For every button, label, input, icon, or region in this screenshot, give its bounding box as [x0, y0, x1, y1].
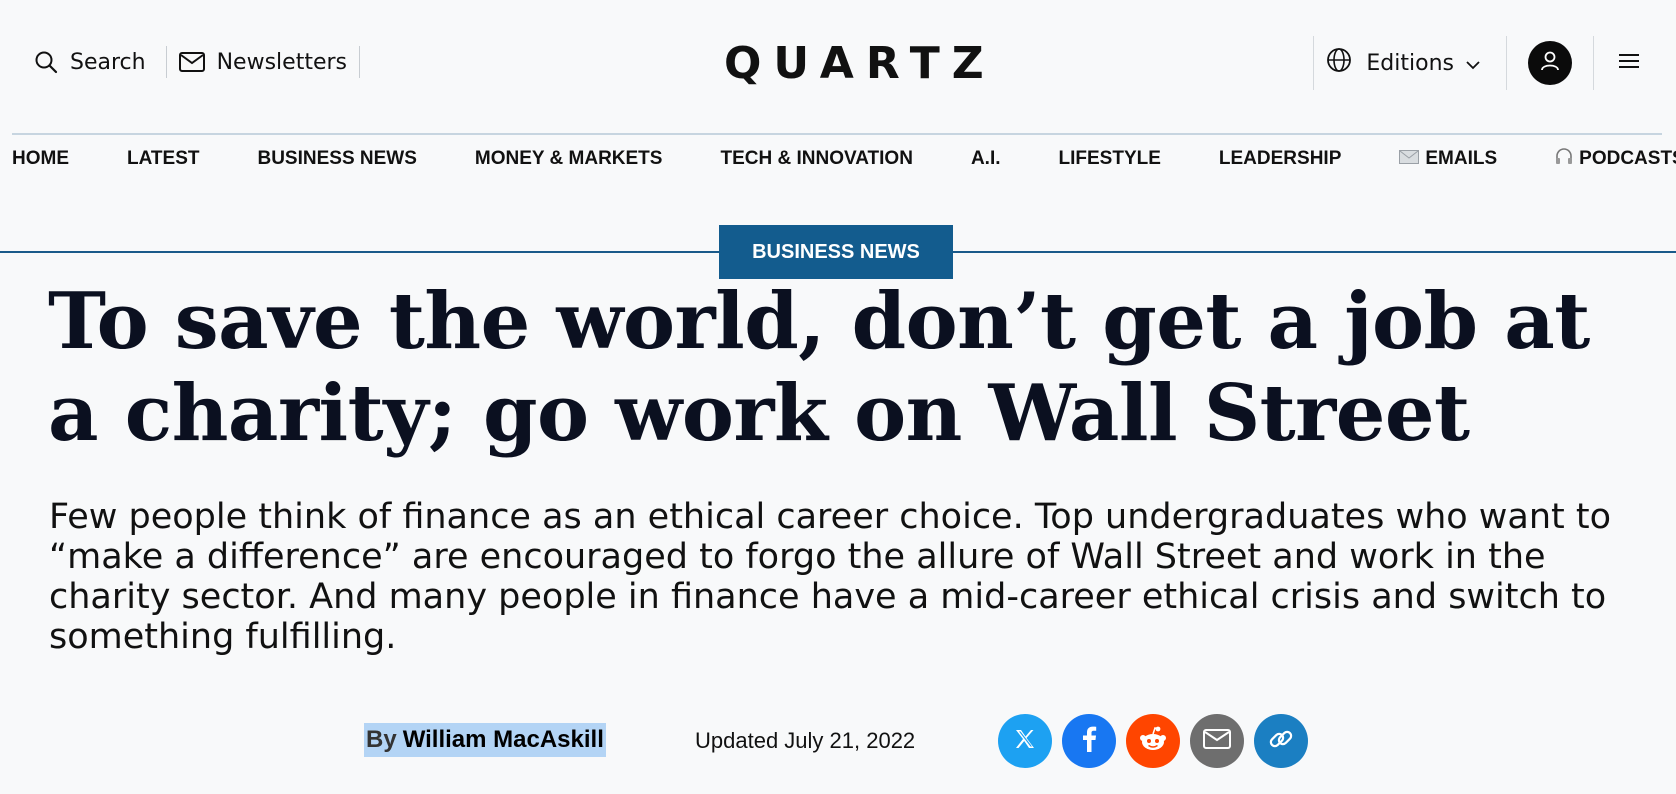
nav-item-tech-innovation[interactable]: TECH & INNOVATION: [720, 147, 912, 170]
share-buttons: [998, 714, 1318, 768]
menu-button[interactable]: [1594, 52, 1676, 74]
quartz-logo[interactable]: QUARTZ: [724, 38, 996, 89]
email-share-button[interactable]: [1190, 714, 1244, 768]
nav-item-lifestyle[interactable]: LIFESTYLE: [1059, 147, 1161, 170]
headphones-icon: [1555, 147, 1573, 170]
search-icon: [34, 50, 58, 74]
user-icon: [1539, 50, 1561, 76]
article-dek: Few people think of finance as an ethica…: [49, 497, 1612, 657]
facebook-share-button[interactable]: [1062, 714, 1116, 768]
newsletters-button[interactable]: Newsletters: [178, 46, 347, 78]
divider: [358, 46, 360, 78]
main-nav: HOME LATEST BUSINESS NEWS MONEY & MARKET…: [12, 147, 1676, 170]
article-headline: To save the world, don’t get a job at a …: [48, 276, 1590, 459]
editions-label: Editions: [1366, 50, 1454, 76]
nav-label: MONEY & MARKETS: [474, 147, 663, 169]
nav-label: A.I.: [970, 147, 1001, 169]
byline: By William MacAskill: [364, 723, 606, 757]
category-badge[interactable]: BUSINESS NEWS: [719, 225, 953, 279]
top-left-tools: Search Newsletters: [34, 46, 360, 78]
hamburger-icon: [1618, 54, 1640, 74]
nav-item-leadership[interactable]: LEADERSHIP: [1219, 147, 1341, 170]
reddit-icon: [1138, 726, 1168, 756]
copy-link-share-button[interactable]: [1254, 714, 1308, 768]
envelope-icon: [1399, 149, 1420, 169]
x-share-button[interactable]: [998, 714, 1052, 768]
reddit-share-button[interactable]: [1126, 714, 1180, 768]
updated-date: Updated July 21, 2022: [695, 728, 916, 753]
nav-item-business-news[interactable]: BUSINESS NEWS: [257, 147, 416, 170]
mail-icon: [178, 52, 205, 72]
author-link[interactable]: William MacAskill: [403, 726, 604, 754]
nav-label: LATEST: [127, 147, 200, 169]
nav-label: LIFESTYLE: [1058, 147, 1161, 169]
avatar: [1528, 41, 1572, 85]
editions-dropdown[interactable]: Editions: [1314, 47, 1506, 79]
account-button[interactable]: [1507, 41, 1593, 85]
top-bar: Search Newsletters QUARTZ Editions: [0, 0, 1676, 126]
nav-item-money-markets[interactable]: MONEY & MARKETS: [475, 147, 663, 170]
email-icon: [1203, 729, 1231, 753]
nav-label: BUSINESS NEWS: [257, 147, 417, 169]
newsletters-label: Newsletters: [216, 49, 347, 75]
nav-label: LEADERSHIP: [1218, 147, 1342, 169]
nav-item-ai[interactable]: A.I.: [971, 147, 1001, 170]
byline-prefix: By: [366, 726, 397, 753]
nav-item-emails[interactable]: EMAILS: [1399, 147, 1497, 170]
link-icon: [1267, 725, 1295, 757]
nav-label: EMAILS: [1425, 147, 1498, 169]
globe-icon: [1326, 47, 1352, 79]
divider: [165, 46, 167, 78]
x-icon: [1013, 727, 1037, 755]
header-divider: [12, 133, 1662, 135]
search-label: Search: [70, 49, 146, 75]
nav-label: PODCASTS: [1579, 147, 1676, 169]
nav-label: HOME: [12, 147, 69, 169]
search-button[interactable]: Search: [34, 46, 146, 78]
nav-item-podcasts[interactable]: PODCASTS: [1555, 147, 1676, 170]
nav-label: TECH & INNOVATION: [720, 147, 913, 169]
top-right-tools: Editions: [1313, 36, 1676, 90]
nav-item-latest[interactable]: LATEST: [127, 147, 199, 170]
facebook-icon: [1081, 726, 1097, 756]
chevron-down-icon: [1466, 51, 1480, 76]
nav-item-home[interactable]: HOME: [12, 147, 69, 170]
